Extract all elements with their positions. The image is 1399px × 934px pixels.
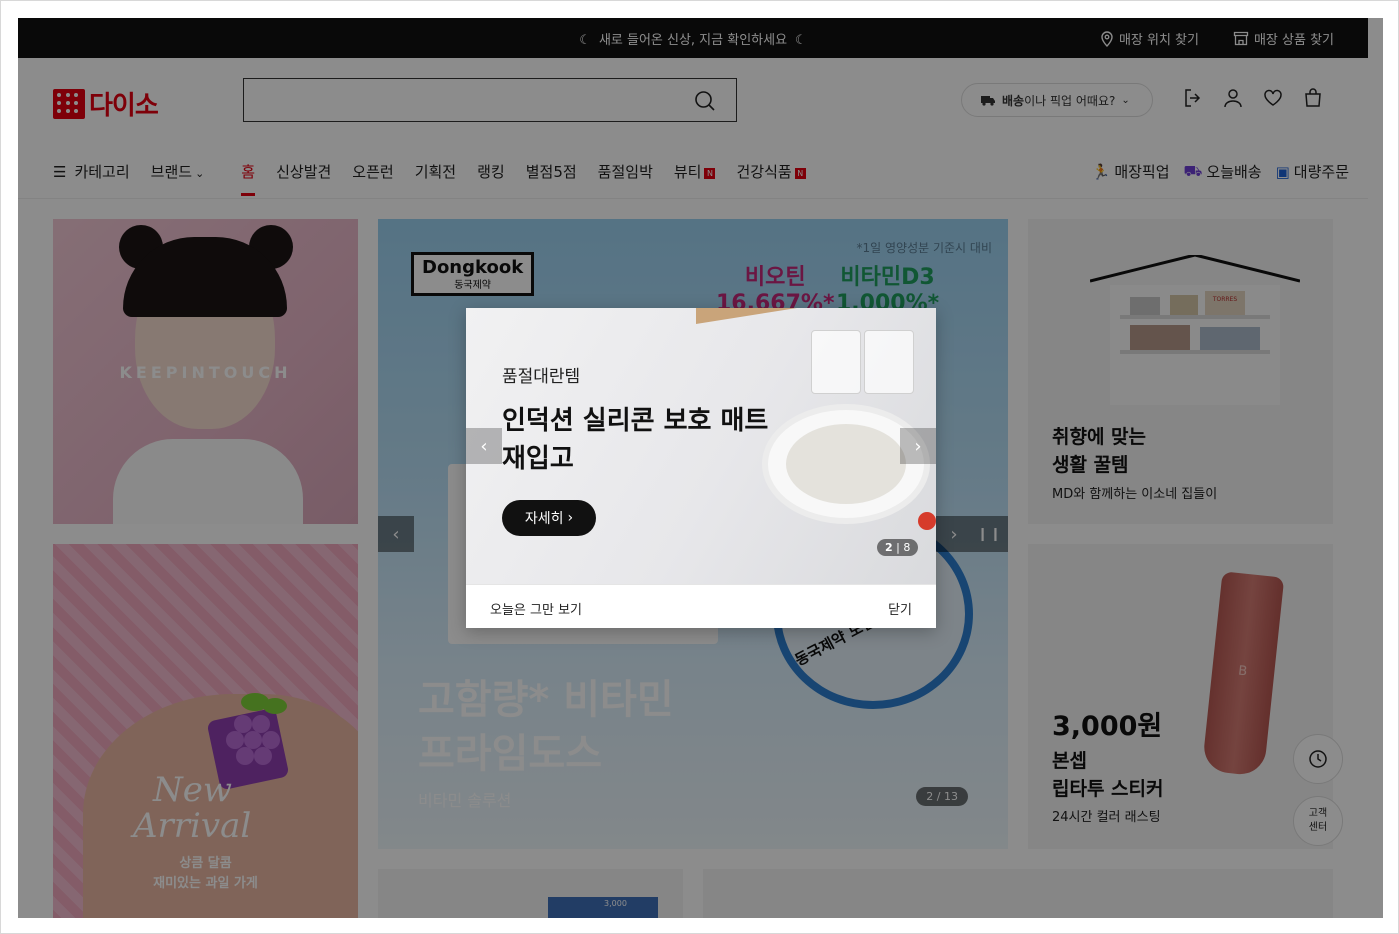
chevron-right-icon: › (914, 435, 922, 457)
popup-next-button[interactable]: › (900, 428, 936, 464)
popup-prev-button[interactable]: ‹ (466, 428, 502, 464)
browser-frame: ☾ 새로 들어온 신상, 지금 확인하세요 ☾ 매장 위치 찾기 매장 상품 찾기 … (0, 0, 1399, 934)
dismiss-today-button[interactable]: 오늘은 그만 보기 (490, 599, 582, 618)
popup-footer: 오늘은 그만 보기 닫기 (466, 584, 936, 628)
promo-popup: 품절대란템 인덕션 실리콘 보호 매트 재입고 자세히 › 2 | 8 ‹ › 오늘… (466, 308, 936, 628)
popup-close-button[interactable]: 닫기 (888, 599, 912, 618)
popup-title-line-1: 인덕션 실리콘 보호 매트 (502, 406, 769, 436)
chevron-left-icon: ‹ (480, 435, 488, 457)
popup-title-line-2: 재입고 (502, 444, 574, 474)
popup-detail-label: 자세히 (524, 511, 564, 527)
popup-page-current: 2 (885, 541, 893, 554)
page: ☾ 새로 들어온 신상, 지금 확인하세요 ☾ 매장 위치 찾기 매장 상품 찾기 … (18, 18, 1383, 918)
jar-image (811, 330, 861, 394)
tomato-image (918, 512, 936, 530)
chevron-right-icon: › (567, 510, 574, 526)
popup-title: 인덕션 실리콘 보호 매트재입고 (502, 402, 802, 478)
popup-page-total: 8 (903, 541, 911, 554)
popup-detail-button[interactable]: 자세히 › (502, 500, 596, 536)
popup-pagination: 2 | 8 (877, 539, 919, 556)
jar-image (864, 330, 914, 394)
popup-banner[interactable]: 품절대란템 인덕션 실리콘 보호 매트 재입고 자세히 › 2 | 8 ‹ › (466, 308, 936, 584)
wood-shelf-image (696, 308, 936, 324)
popup-eyebrow: 품절대란템 (502, 367, 581, 387)
